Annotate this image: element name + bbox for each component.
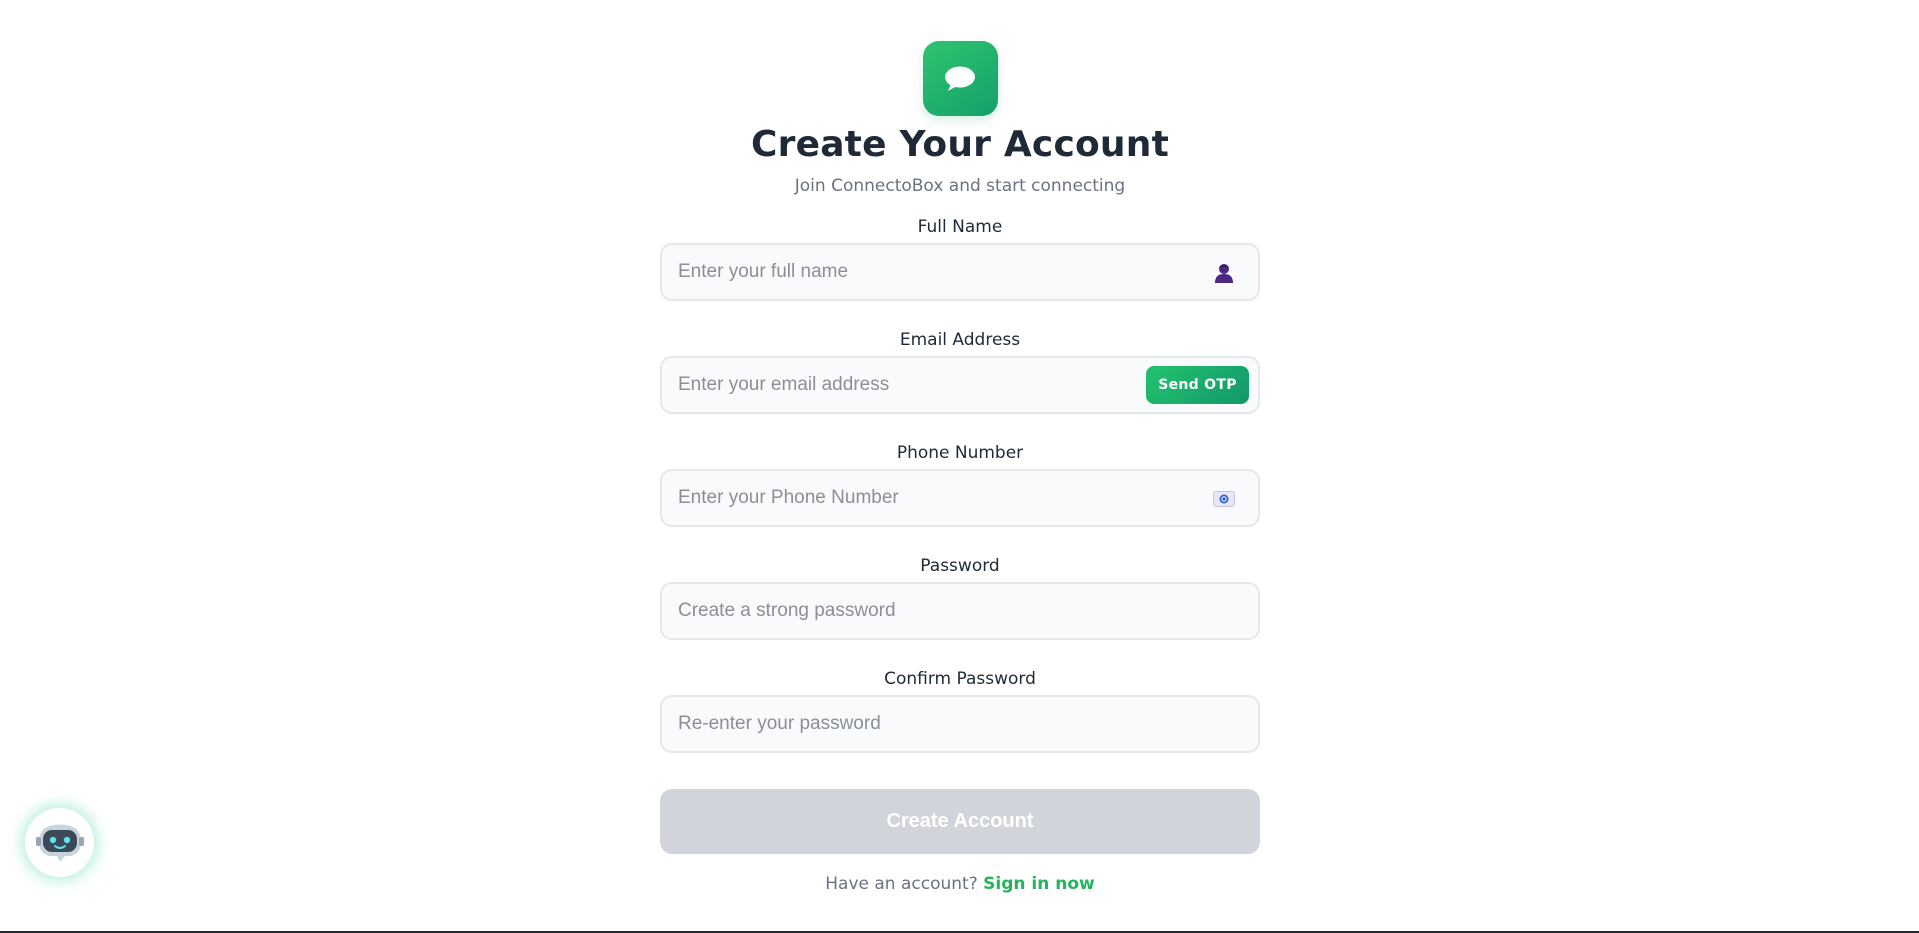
app-logo [922, 41, 998, 116]
full-name-label: Full Name [917, 217, 1003, 237]
email-label: Email Address [899, 330, 1021, 350]
email-input[interactable] [678, 358, 1148, 412]
submit-row: Create Account [660, 789, 1260, 854]
phone-input[interactable] [678, 471, 1148, 525]
confirm-password-field [660, 695, 1260, 753]
phone-card-icon [1212, 487, 1236, 511]
chat-bubble-icon [945, 66, 975, 91]
password-group: Password [660, 555, 1260, 640]
person-icon [1212, 261, 1236, 285]
password-label: Password [920, 556, 1000, 576]
full-name-input[interactable] [678, 245, 1148, 299]
page-title: Create Your Account [751, 124, 1169, 165]
phone-group: Phone Number [660, 442, 1260, 527]
confirm-password-label: Confirm Password [884, 669, 1036, 689]
email-group: Email Address Send OTP [660, 329, 1260, 414]
password-input[interactable] [678, 584, 1148, 638]
create-account-button[interactable]: Create Account [660, 789, 1260, 854]
full-name-group: Full Name [660, 216, 1260, 301]
confirm-password-input[interactable] [678, 697, 1148, 751]
send-otp-button[interactable]: Send OTP [1146, 366, 1249, 404]
full-name-field [660, 243, 1260, 301]
signup-page: Create Your Account Join ConnectoBox and… [0, 0, 1919, 933]
sign-in-link[interactable]: Sign in now [983, 874, 1095, 894]
phone-label: Phone Number [896, 443, 1024, 463]
signin-prompt: Have an account? Sign in now [825, 872, 1094, 896]
phone-field [660, 469, 1260, 527]
page-subtitle: Join ConnectoBox and start connecting [794, 176, 1126, 196]
robot-chat-icon [35, 824, 84, 862]
signup-form-container: Create Your Account Join ConnectoBox and… [660, 41, 1260, 896]
assistant-launcher-button[interactable] [25, 808, 94, 877]
email-field: Send OTP [660, 356, 1260, 414]
confirm-password-group: Confirm Password [660, 668, 1260, 753]
password-field [660, 582, 1260, 640]
signin-prompt-text: Have an account? [825, 874, 978, 894]
